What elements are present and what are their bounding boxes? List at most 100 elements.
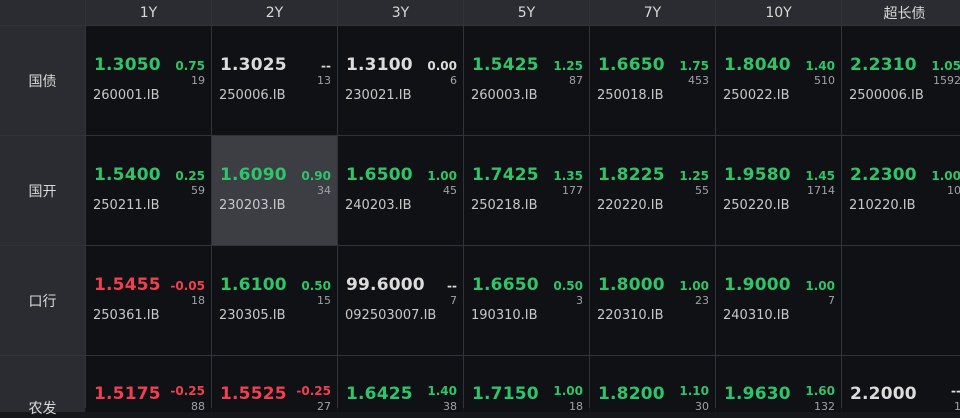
col-header-1y[interactable]: 1Y [86,0,211,25]
quote-cell[interactable]: 99.6000 -- 7 092503007.IB [338,246,463,355]
quote-price: 99.6000 [346,275,425,295]
quote-price: 1.3100 [346,55,413,75]
col-header-7y[interactable]: 7Y [590,0,715,25]
quote-cell[interactable]: 1.9630 1.60 132 [716,356,841,413]
row-label-text: 农发 [28,401,57,417]
quote-volume: 1 [954,400,960,413]
quote-volume: 19 [191,74,205,87]
quote-change: 1.25 [679,169,709,183]
quote-change: 0.75 [175,59,205,73]
quote-price: 1.5175 [94,384,161,404]
quote-cell[interactable]: 1.6500 1.00 45 240203.IB [338,136,463,245]
quote-change: -- [321,59,331,73]
quote-change: 1.00 [553,384,583,398]
row-label-text: 国债 [28,73,57,90]
bond-code: 220220.IB [597,198,664,213]
quote-price: 2.2310 [850,55,917,75]
quote-cell[interactable]: 1.7425 1.35 177 250218.IB [464,136,589,245]
quote-cell[interactable]: 2.2300 1.00 10 210220.IB [842,136,960,245]
quote-cell[interactable]: 1.5455 -0.05 18 250361.IB [86,246,211,355]
quote-price: 1.3025 [220,55,287,75]
quote-price: 1.5525 [220,384,287,404]
quote-volume: 3 [576,294,583,307]
quote-change: -- [447,279,457,293]
quote-cell[interactable]: 1.8225 1.25 55 220220.IB [590,136,715,245]
grid-corner [0,0,85,25]
bond-code: 092503007.IB [345,308,437,323]
quote-price: 2.2300 [850,165,917,185]
quote-cell[interactable]: 1.6425 1.40 38 [338,356,463,413]
quote-price: 1.6650 [598,55,665,75]
quote-volume: 453 [688,74,709,87]
quote-change: 1.10 [679,384,709,398]
quote-volume: 23 [695,294,709,307]
bond-code: 230021.IB [345,88,412,103]
bond-code: 260001.IB [93,88,160,103]
quote-change: -- [951,384,960,398]
bond-code: 250006.IB [219,88,286,103]
col-header-3y[interactable]: 3Y [338,0,463,25]
bond-code: 2500006.IB [849,88,924,103]
col-header-ultra-long[interactable]: 超长债 [842,0,960,25]
quote-cell[interactable]: 1.8000 1.00 23 220310.IB [590,246,715,355]
quote-cell[interactable]: 1.6100 0.50 15 230305.IB [212,246,337,355]
quote-volume: 30 [695,400,709,413]
quote-cell[interactable]: 1.5400 0.25 59 250211.IB [86,136,211,245]
quote-volume: 88 [191,400,205,413]
quote-volume: 59 [191,184,205,197]
quote-cell[interactable]: 2.2000 -- 1 [842,356,960,413]
quote-change: 1.40 [427,384,457,398]
quote-cell[interactable]: 1.6650 0.50 3 190310.IB [464,246,589,355]
quote-change: 1.00 [805,279,835,293]
quote-volume: 13 [317,74,331,87]
quote-cell[interactable]: 1.9000 1.00 7 240310.IB [716,246,841,355]
quote-price: 1.9630 [724,384,791,404]
row-label-text: 口行 [28,293,57,310]
row-label: 口行 [0,246,85,355]
quote-change: -0.05 [170,279,205,293]
quote-volume: 27 [317,400,331,413]
quote-volume: 1714 [807,184,835,197]
row-label: 国债 [0,26,85,135]
quote-change: 0.90 [301,169,331,183]
quote-cell[interactable] [842,246,960,355]
quote-cell[interactable]: 1.3050 0.75 19 260001.IB [86,26,211,135]
bond-code: 250361.IB [93,308,160,323]
quote-price: 1.6500 [346,165,413,185]
quote-cell[interactable]: 1.3100 0.00 6 230021.IB [338,26,463,135]
col-header-2y[interactable]: 2Y [212,0,337,25]
quote-price: 1.5425 [472,55,539,75]
quote-cell[interactable]: 1.3025 -- 13 250006.IB [212,26,337,135]
quote-change: 0.50 [301,279,331,293]
quote-cell[interactable]: 1.5425 1.25 87 260003.IB [464,26,589,135]
quote-cell[interactable]: 1.9580 1.45 1714 250220.IB [716,136,841,245]
quote-cell[interactable]: 1.6650 1.75 453 250018.IB [590,26,715,135]
quote-volume: 18 [191,294,205,307]
bond-code: 230305.IB [219,308,286,323]
bond-code: 220310.IB [597,308,664,323]
col-header-5y[interactable]: 5Y [464,0,589,25]
col-header-10y[interactable]: 10Y [716,0,841,25]
quote-volume: 55 [695,184,709,197]
quote-volume: 45 [443,184,457,197]
quote-cell[interactable]: 2.2310 1.05 1592 2500006.IB [842,26,960,135]
quote-volume: 510 [814,74,835,87]
quote-cell[interactable]: 1.8200 1.10 30 [590,356,715,413]
quote-cell[interactable]: 1.5175 -0.25 88 [86,356,211,413]
quote-price: 1.5400 [94,165,161,185]
quote-volume: 15 [317,294,331,307]
quote-cell[interactable]: 1.5525 -0.25 27 [212,356,337,413]
quote-change: 0.00 [427,59,457,73]
quote-price: 1.5455 [94,275,161,295]
bond-code: 260003.IB [471,88,538,103]
quote-cell[interactable]: 1.6090 0.90 34 230203.IB [212,136,337,245]
quote-volume: 177 [562,184,583,197]
quote-price: 1.8040 [724,55,791,75]
bond-code: 250220.IB [723,198,790,213]
quote-price: 1.6425 [346,384,413,404]
quote-price: 1.6090 [220,165,287,185]
quote-change: 1.05 [931,59,960,73]
quote-cell[interactable]: 1.8040 1.40 510 250022.IB [716,26,841,135]
bond-code: 240310.IB [723,308,790,323]
quote-cell[interactable]: 1.7150 1.00 18 [464,356,589,413]
